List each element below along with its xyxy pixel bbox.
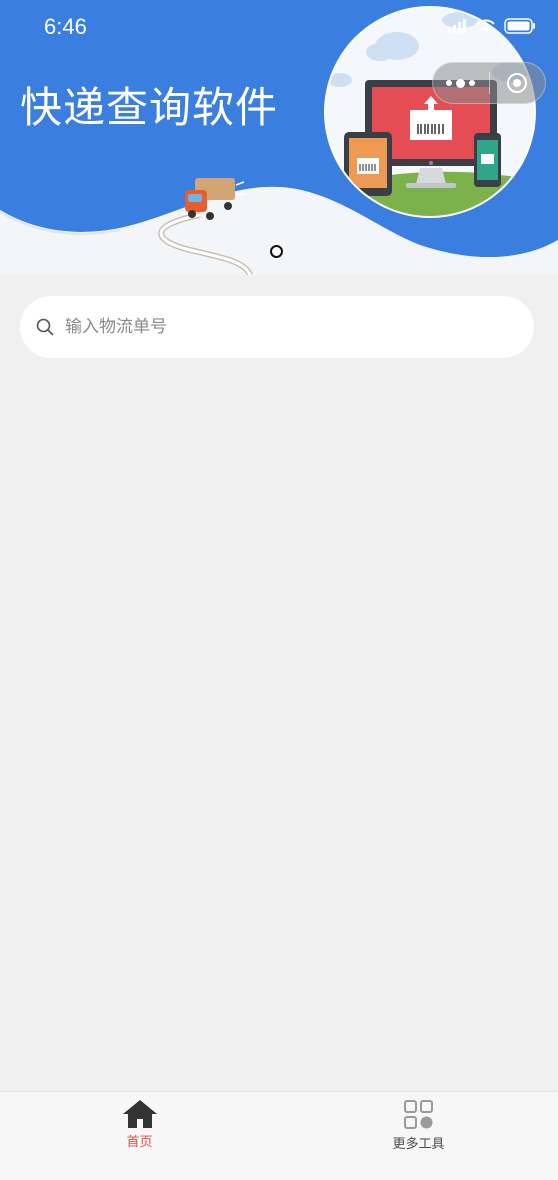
battery-icon [504, 18, 535, 34]
search-bar[interactable] [20, 296, 534, 358]
banner-illustration [0, 0, 558, 275]
banner: 6:46 快递查询软件 [0, 0, 558, 275]
dot-icon [456, 78, 466, 88]
grid-icon [403, 1100, 433, 1129]
status-time: 6:46 [44, 14, 87, 39]
status-icons [448, 18, 536, 34]
tab-home-label: 首页 [126, 1135, 153, 1150]
dot-icon [446, 80, 453, 86]
close-miniprogram-button[interactable] [489, 63, 545, 103]
tab-more-tools-label: 更多工具 [392, 1137, 445, 1152]
wifi-icon [477, 19, 495, 32]
search-icon [36, 318, 54, 336]
miniprogram-capsule [432, 62, 546, 104]
carousel-indicator-dot[interactable] [270, 245, 283, 258]
dot-icon [469, 80, 476, 86]
tab-bar: 首页 更多工具 [0, 1091, 558, 1180]
tab-home[interactable]: 首页 [0, 1092, 279, 1180]
signal-icon [448, 19, 466, 33]
target-icon [507, 73, 528, 93]
tab-more-tools[interactable]: 更多工具 [279, 1092, 558, 1180]
tracking-number-input[interactable] [63, 316, 487, 338]
page-title: 快递查询软件 [20, 83, 279, 132]
home-icon [122, 1100, 157, 1128]
more-options-button[interactable] [433, 63, 489, 103]
